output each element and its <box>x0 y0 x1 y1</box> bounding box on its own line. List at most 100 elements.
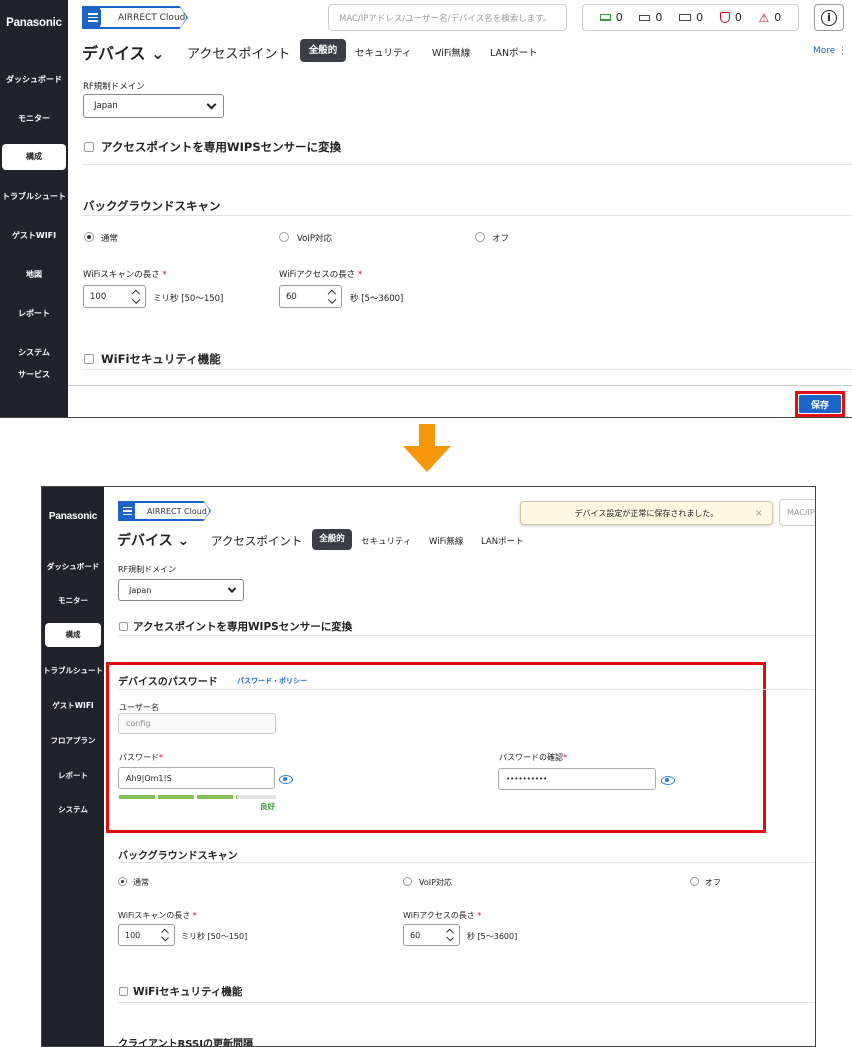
rf-domain-label: RF規制ドメイン <box>83 82 145 92</box>
client-rssi-heading: クライアントRSSIの更新間隔 <box>118 1039 253 1047</box>
wifi-security-checkbox[interactable] <box>119 987 128 996</box>
close-icon[interactable]: × <box>755 508 763 519</box>
sidebar-item-report[interactable]: レポート <box>42 770 104 781</box>
warning-icon: ⚠ <box>758 10 770 25</box>
save-button[interactable]: 保存 <box>799 395 841 413</box>
arrow-down-icon <box>403 424 451 472</box>
access-length-label: WiFiアクセスの長さ * <box>403 911 482 920</box>
more-menu[interactable]: More ⋮ <box>813 46 847 56</box>
access-length-unit: 秒 [5～3600] <box>467 932 518 941</box>
wips-label: アクセスポイントを専用WIPSセンサーに変換 <box>133 621 353 633</box>
tab-access-point[interactable]: アクセスポイント <box>211 533 302 549</box>
tab-security[interactable]: セキュリティ <box>355 45 411 59</box>
access-length-unit: 秒 [5～3600] <box>350 294 404 304</box>
radio-normal-label: 通常 <box>101 234 119 244</box>
username-label: ユーザー名 <box>119 703 159 712</box>
sidebar: Panasonic ダッシュボード モニター 構成 トラブルシュート ゲストWI… <box>42 487 104 1046</box>
radio-off[interactable] <box>475 232 485 242</box>
shield-icon <box>719 12 730 23</box>
eye-slash-icon[interactable] <box>279 775 293 784</box>
menu-icon[interactable] <box>84 8 101 27</box>
search-input[interactable]: MAC/IPアドレス/ユーザー名/デバイス名を検索します。 <box>328 4 567 31</box>
sidebar-item-map[interactable]: 地図 <box>0 269 68 280</box>
password-label: パスワード* <box>119 753 163 762</box>
background-scan-heading: バックグラウンドスキャン <box>83 199 221 213</box>
password-strength-bar <box>119 795 276 799</box>
page-title[interactable]: デバイス ⌄ <box>82 40 165 64</box>
radio-normal[interactable] <box>84 232 94 242</box>
scan-length-stepper[interactable]: 100 <box>118 924 175 946</box>
warning-counter[interactable]: ⚠ 0 <box>759 11 782 25</box>
scan-length-unit: ミリ秒 [50～150] <box>153 294 224 304</box>
sidebar-item-monitor[interactable]: モニター <box>42 595 104 606</box>
tab-lan-port[interactable]: LANポート <box>481 535 524 547</box>
password-confirm-label: パスワードの確認* <box>499 753 567 762</box>
radio-voip[interactable] <box>403 877 412 886</box>
wifi-security-checkbox[interactable] <box>84 354 94 364</box>
username-field[interactable]: config <box>118 713 276 734</box>
sidebar-item-floorplan[interactable]: フロアプラン <box>42 735 104 746</box>
sidebar-item-guest-wifi[interactable]: ゲストWIFI <box>42 700 104 711</box>
scan-length-unit: ミリ秒 [50～150] <box>181 932 248 941</box>
toast-message: デバイス設定が正常に保存されました。 <box>574 508 719 518</box>
switch-counter[interactable]: 0 <box>679 11 703 24</box>
wips-checkbox[interactable] <box>84 142 94 152</box>
eye-icon[interactable] <box>661 776 675 785</box>
radio-voip[interactable] <box>279 232 289 242</box>
menu-icon[interactable] <box>119 503 135 519</box>
radio-off-label: オフ <box>705 878 721 887</box>
sidebar-item-service[interactable]: サービス <box>0 369 68 380</box>
sidebar-item-troubleshoot[interactable]: トラブルシュート <box>42 665 104 676</box>
brand-breadcrumb[interactable]: AIRRECT Cloud <box>135 502 210 520</box>
scan-length-label: WiFiスキャンの長さ * <box>83 270 167 280</box>
tab-security[interactable]: セキュリティ <box>361 535 412 547</box>
rf-domain-select[interactable]: Japan <box>118 579 244 601</box>
tab-wifi-radio[interactable]: WiFi無線 <box>432 45 470 59</box>
device-password-heading: デバイスのパスワード <box>118 677 218 688</box>
sidebar-item-dashboard[interactable]: ダッシュボード <box>42 561 104 572</box>
password-policy-link[interactable]: パスワード・ポリシー <box>237 676 307 686</box>
brand-breadcrumb[interactable]: AIRRECT Cloud <box>100 7 187 28</box>
sidebar-item-guest-wifi[interactable]: ゲストWIFI <box>0 230 68 241</box>
sidebar-item-monitor[interactable]: モニター <box>0 113 68 124</box>
sidebar: Panasonic ダッシュボード モニター 構成 トラブルシュート ゲストWI… <box>0 0 68 417</box>
sidebar-item-report[interactable]: レポート <box>0 308 68 319</box>
chevron-down-icon <box>227 584 237 594</box>
tab-general[interactable]: 全般的 <box>312 529 352 550</box>
shield-counter[interactable]: 0 <box>719 11 742 24</box>
info-button[interactable]: i <box>814 4 844 31</box>
radio-normal[interactable] <box>118 877 127 886</box>
sidebar-item-config[interactable]: 構成 <box>2 144 66 170</box>
radio-off[interactable] <box>690 877 699 886</box>
wifi-security-label: WiFiセキュリティ機能 <box>101 352 221 366</box>
router-counter[interactable]: 0 <box>639 11 662 24</box>
sidebar-item-troubleshoot[interactable]: トラブルシュート <box>0 191 68 202</box>
panasonic-logo: Panasonic <box>6 17 62 29</box>
sidebar-item-system[interactable]: システム <box>0 347 68 358</box>
password-strength-label: 良好 <box>260 802 275 811</box>
wips-checkbox[interactable] <box>119 622 128 631</box>
page-title[interactable]: デバイス ⌄ <box>117 530 189 550</box>
tab-lan-port[interactable]: LANポート <box>490 45 538 59</box>
rf-domain-select[interactable]: Japan <box>83 94 224 118</box>
tab-wifi-radio[interactable]: WiFi無線 <box>429 535 463 547</box>
access-length-stepper[interactable]: 60 <box>279 285 342 308</box>
tab-access-point[interactable]: アクセスポイント <box>187 43 290 62</box>
scan-length-stepper[interactable]: 100 <box>83 285 146 308</box>
radio-voip-label: VoIP対応 <box>419 878 452 887</box>
radio-voip-label: VoIP対応 <box>297 234 332 244</box>
sidebar-item-config[interactable]: 構成 <box>45 623 101 647</box>
before-screenshot: Panasonic ダッシュボード モニター 構成 トラブルシュート ゲストWI… <box>0 0 852 418</box>
password-confirm-field[interactable]: •••••••••• <box>498 768 656 790</box>
sidebar-item-system[interactable]: システム <box>42 804 104 815</box>
password-strength-fill <box>119 795 237 799</box>
tab-general[interactable]: 全般的 <box>300 39 346 62</box>
radio-off-label: オフ <box>492 234 510 244</box>
search-input[interactable]: MAC/IP <box>779 499 815 526</box>
sidebar-item-dashboard[interactable]: ダッシュボード <box>0 74 68 85</box>
save-success-toast: デバイス設定が正常に保存されました。 × <box>520 501 773 525</box>
access-length-stepper[interactable]: 60 <box>403 924 460 946</box>
laptop-counter[interactable]: 0 <box>599 11 623 24</box>
password-field[interactable]: Ah9|Om1!S <box>118 767 275 789</box>
background-scan-heading: バックグラウンドスキャン <box>118 851 238 862</box>
